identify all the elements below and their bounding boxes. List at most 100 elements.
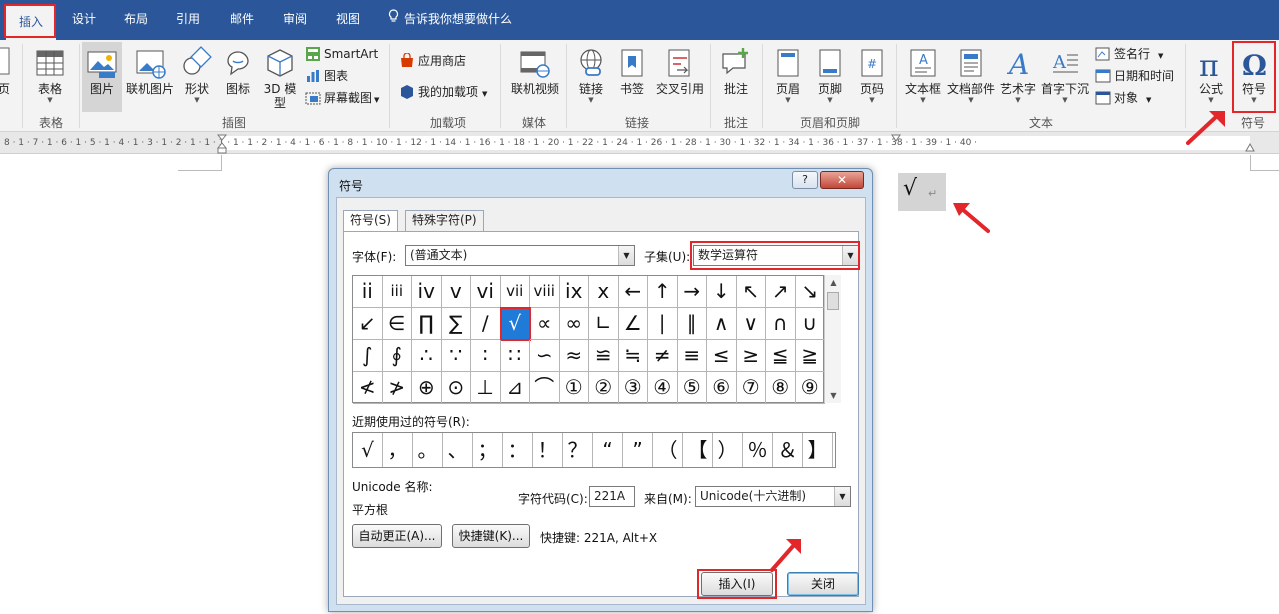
scroll-up-icon[interactable]: ▲	[825, 275, 842, 290]
font-select[interactable]: (普通文本) ▼	[405, 245, 635, 266]
symbol-cell[interactable]: iii	[382, 276, 412, 308]
online-picture-button[interactable]: 联机图片	[124, 42, 176, 112]
symbol-cell[interactable]: ⑧	[766, 372, 796, 404]
inserted-symbol-selection[interactable]: √ ↵	[898, 173, 946, 211]
symbol-cell[interactable]: ∫	[353, 340, 383, 372]
symbol-cell[interactable]: ⊕	[412, 372, 442, 404]
symbol-cell[interactable]: ≦	[766, 340, 796, 372]
bookmark-button[interactable]: 书签	[614, 42, 650, 112]
symbol-cell[interactable]: ≡	[677, 340, 707, 372]
link-button[interactable]: 链接 ▼	[572, 42, 610, 112]
symbol-cell[interactable]: ⑤	[677, 372, 707, 404]
symbol-cell[interactable]: ∈	[382, 308, 412, 340]
symbol-cell[interactable]: ⊥	[471, 372, 501, 404]
char-code-input[interactable]: 221A	[589, 486, 635, 507]
recent-symbol-cell[interactable]: ；	[473, 433, 503, 467]
icons-button[interactable]: 图标	[220, 42, 256, 112]
symbol-cell[interactable]: ⌒	[530, 372, 560, 404]
symbol-cell[interactable]: ⑥	[707, 372, 737, 404]
recent-symbol-cell[interactable]: √	[353, 433, 383, 467]
3d-model-button[interactable]: 3D 模 型	[261, 42, 299, 112]
recent-symbol-cell[interactable]: “	[593, 433, 623, 467]
symbol-cell[interactable]: ≮	[353, 372, 383, 404]
recent-symbol-cell[interactable]: ）	[713, 433, 743, 467]
recent-symbol-cell[interactable]: 。	[413, 433, 443, 467]
symbol-cell[interactable]: ①	[559, 372, 589, 404]
symbol-cell[interactable]: →	[677, 276, 707, 308]
recent-symbol-cell[interactable]: 、	[443, 433, 473, 467]
symbol-cell[interactable]: ←	[618, 276, 648, 308]
store-button[interactable]: 应用商店	[399, 50, 466, 72]
shortcut-key-button[interactable]: 快捷键(K)...	[452, 524, 530, 548]
tab-symbols[interactable]: 符号(S)	[343, 210, 398, 232]
recent-symbol-cell[interactable]: ：	[503, 433, 533, 467]
screenshot-button[interactable]: 屏幕截图 ▼	[305, 87, 379, 109]
smartart-button[interactable]: SmartArt	[305, 43, 378, 65]
symbol-cell[interactable]: ⑨	[795, 372, 825, 404]
symbol-cell[interactable]: ∞	[559, 308, 589, 340]
horizontal-ruler[interactable]: 8 · 1 · 7 · 1 · 6 · 1 · 5 · 1 · 4 · 1 · …	[0, 132, 1279, 154]
symbol-cell[interactable]: ⑦	[736, 372, 766, 404]
recent-symbol-cell[interactable]: ，	[383, 433, 413, 467]
symbol-cell[interactable]: ∏	[412, 308, 442, 340]
tell-me-search[interactable]: 告诉我你想要做什么	[388, 4, 512, 35]
close-icon[interactable]: ✕	[820, 171, 864, 189]
textbox-button[interactable]: A 文本框 ▼	[902, 42, 944, 112]
symbol-cell[interactable]: ≒	[618, 340, 648, 372]
symbol-cell[interactable]: ix	[559, 276, 589, 308]
help-button[interactable]: ?	[792, 171, 818, 189]
table-button[interactable]: 表格 ▼	[30, 42, 70, 112]
chart-button[interactable]: 图表	[305, 65, 348, 87]
symbol-cell[interactable]: ③	[618, 372, 648, 404]
shapes-button[interactable]: 形状 ▼	[179, 42, 215, 112]
symbol-cell[interactable]: ∴	[412, 340, 442, 372]
symbol-cell[interactable]: ≈	[559, 340, 589, 372]
symbol-cell[interactable]: ∑	[441, 308, 471, 340]
scroll-down-icon[interactable]: ▼	[825, 388, 842, 403]
symbol-cell[interactable]: ≠	[648, 340, 678, 372]
recent-symbol-cell[interactable]: 】	[803, 433, 833, 467]
cross-reference-button[interactable]: 交叉引用	[654, 42, 706, 112]
datetime-button[interactable]: 日期和时间	[1095, 65, 1174, 87]
symbol-cell[interactable]: ≥	[736, 340, 766, 372]
symbol-cell[interactable]: ∪	[795, 308, 825, 340]
indent-marker-icon[interactable]	[217, 134, 227, 154]
symbol-cell[interactable]: ↖	[736, 276, 766, 308]
symbol-cell[interactable]: ≤	[707, 340, 737, 372]
symbol-cell[interactable]: ∷	[500, 340, 530, 372]
equation-button[interactable]: π 公式 ▼	[1192, 42, 1230, 112]
recent-symbol-cell[interactable]: 【	[683, 433, 713, 467]
symbol-cell[interactable]: ∠	[618, 308, 648, 340]
recent-symbol-cell[interactable]: （	[653, 433, 683, 467]
symbol-cell[interactable]: ≧	[795, 340, 825, 372]
drop-cap-button[interactable]: A 首字下沉 ▼	[1040, 42, 1090, 112]
symbol-cell[interactable]: ∨	[736, 308, 766, 340]
scroll-thumb[interactable]	[827, 292, 839, 310]
quick-parts-button[interactable]: 文档部件 ▼	[946, 42, 996, 112]
my-addins-button[interactable]: 我的加载项 ▼	[399, 81, 487, 103]
tab-mailings[interactable]: 邮件	[220, 4, 264, 35]
footer-button[interactable]: 页脚 ▼	[810, 42, 850, 112]
symbol-cell[interactable]: v	[441, 276, 471, 308]
symbol-cell[interactable]: ④	[648, 372, 678, 404]
symbol-cell[interactable]: ∮	[382, 340, 412, 372]
tab-layout[interactable]: 布局	[114, 4, 158, 35]
symbol-cell[interactable]: √	[499, 307, 531, 341]
symbol-cell[interactable]: ↘	[795, 276, 825, 308]
symbol-cell[interactable]: ∶	[471, 340, 501, 372]
object-button[interactable]: 对象 ▼	[1095, 87, 1151, 109]
symbol-cell[interactable]: ⊙	[441, 372, 471, 404]
header-button[interactable]: 页眉 ▼	[768, 42, 808, 112]
symbol-cell[interactable]: ∕	[471, 308, 501, 340]
symbol-cell[interactable]: iv	[412, 276, 442, 308]
symbol-cell[interactable]: ↑	[648, 276, 678, 308]
recent-symbol-cell[interactable]: ？	[563, 433, 593, 467]
recent-symbol-cell[interactable]: ＆	[773, 433, 803, 467]
symbol-cell[interactable]: ↗	[766, 276, 796, 308]
tab-special-characters[interactable]: 特殊字符(P)	[405, 210, 484, 231]
symbol-cell[interactable]: ∟	[589, 308, 619, 340]
symbol-cell[interactable]: ↓	[707, 276, 737, 308]
close-button[interactable]: 关闭	[787, 572, 859, 596]
online-video-button[interactable]: 联机视频	[508, 42, 562, 112]
symbol-cell[interactable]: viii	[530, 276, 560, 308]
